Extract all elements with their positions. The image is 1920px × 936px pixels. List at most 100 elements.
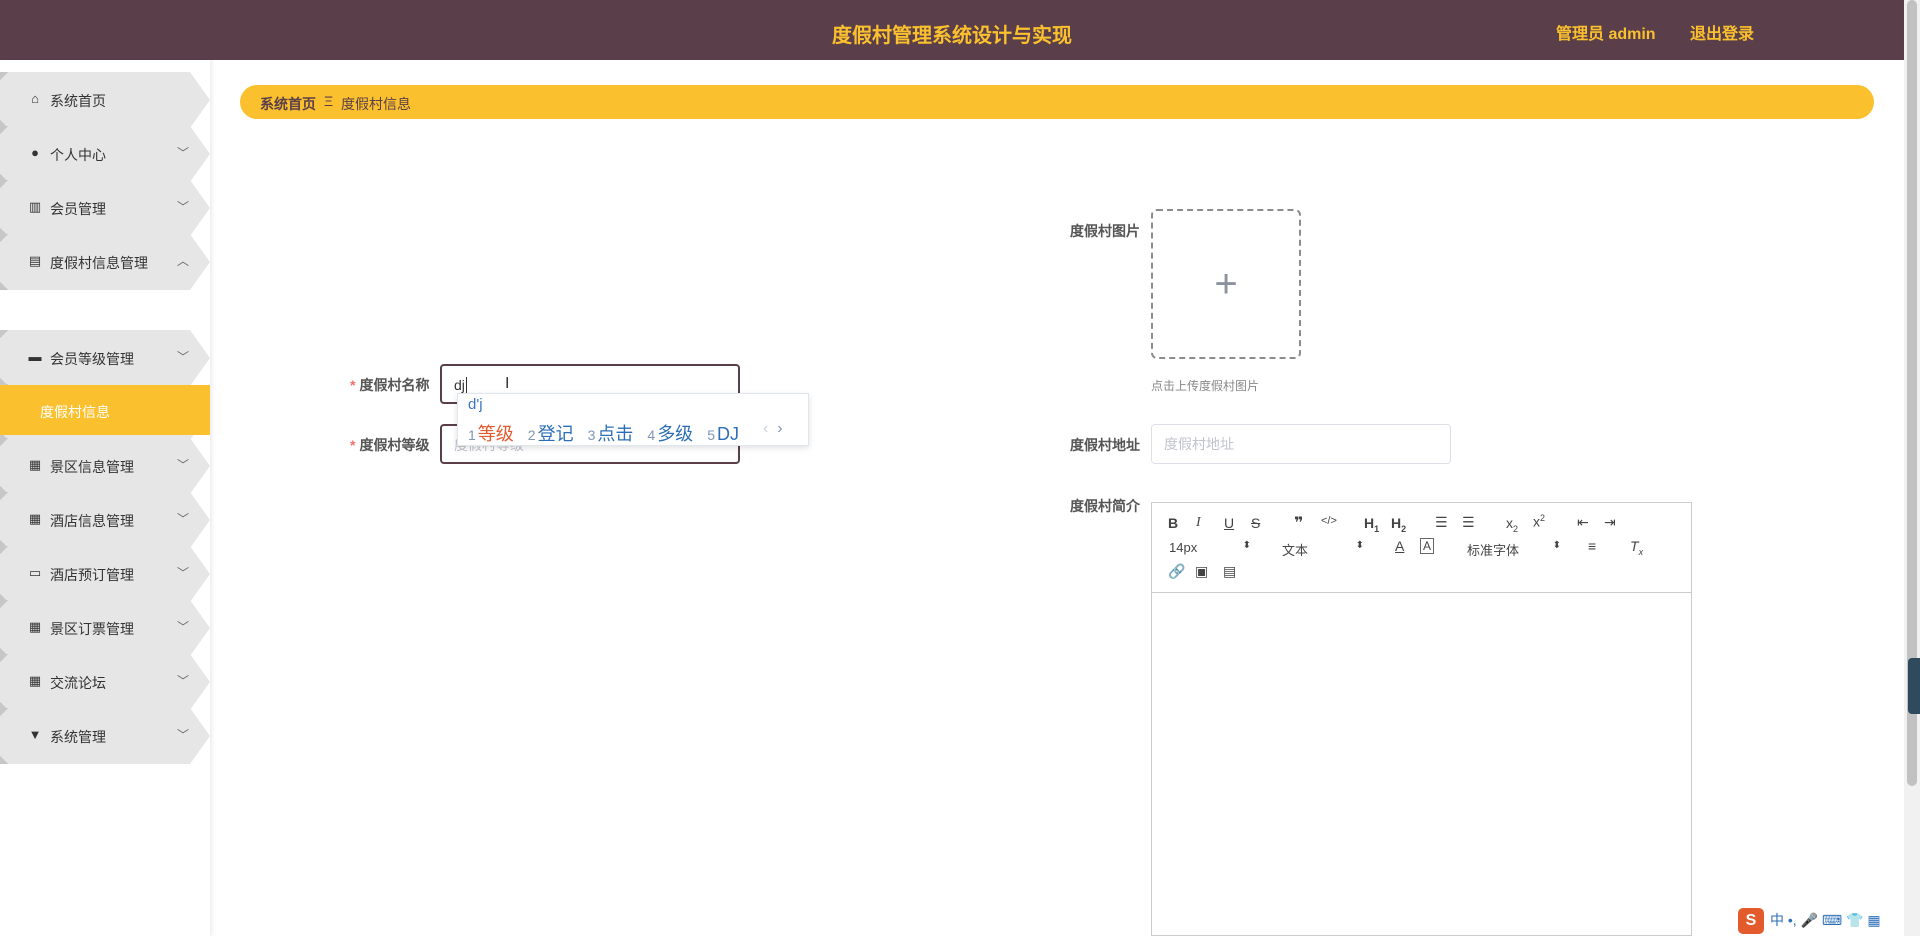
italic-icon[interactable]: I [1196,515,1201,531]
ime-candidate-number: 5 [707,427,715,443]
home-icon: ⌂ [31,91,39,106]
text-caret [465,377,467,393]
sidebar-subitem-label: 度假村信息 [40,404,110,420]
ime-candidate[interactable]: 等级 [478,424,514,444]
sidebar-item-label: 酒店信息管理 [50,513,134,529]
ime-candidate[interactable]: 多级 [657,424,693,444]
logout-button[interactable]: 退出登录 [1690,20,1754,44]
ime-composition: d'j [468,396,483,413]
rich-text-editor: B I U S ❞ </> H1 H2 ☰ ☰ x2 x2 ⇤ ⇥ 14px ⬍ … [1151,502,1692,936]
sidebar-item-label: 度假村信息管理 [50,255,148,271]
monitor-icon: ▭ [28,565,42,580]
bullet-list-icon[interactable]: ☰ [1462,514,1475,531]
clear-format-icon[interactable]: Tx [1630,538,1643,557]
sidebar-item[interactable]: ▤ 度假村信息管理 ︿ [0,234,210,290]
bold-icon[interactable]: B [1168,515,1178,531]
upload-tip: 点击上传度假村图片 [1151,379,1260,393]
sidebar-item[interactable]: ▥ 会员管理 ﹀ [0,180,210,236]
font-size-value: 14px [1169,540,1198,555]
resort-address-input[interactable]: 度假村地址 [1151,424,1451,464]
resort-image-label: 度假村图片 [1070,223,1140,239]
ime-prev-icon[interactable]: ‹ [763,420,768,437]
admin-user-label: 管理员 admin [1556,26,1656,43]
sidebar-item-label: 交流论坛 [50,675,106,691]
sidebar-item[interactable]: ▦ 景区信息管理 ﹀ [0,438,210,494]
ime-status-bar[interactable]: S中 •, 🎤 ⌨ 👕 ▦ [1738,908,1881,934]
outdent-icon[interactable]: ⇤ [1577,514,1589,531]
sidebar-item[interactable]: ▭ 酒店预订管理 ﹀ [0,546,210,602]
sidebar-subitem-resort-info[interactable]: 度假村信息 [0,385,210,435]
link-icon[interactable]: 🔗 [1168,563,1185,580]
video-icon[interactable]: ▤ [1223,563,1236,580]
sidebar-item[interactable]: ▦ 酒店信息管理 ﹀ [0,492,210,548]
sidebar-item[interactable]: ▬ 会员等级管理 ﹀ [0,330,210,386]
image-icon[interactable]: ▣ [1195,563,1208,580]
sidebar-item[interactable]: ▦ 景区订票管理 ﹀ [0,600,210,656]
required-marker: * [350,377,356,393]
sidebar-item-label: 个人中心 [50,147,106,163]
ime-page-nav[interactable]: ‹ › [763,420,783,438]
block-format-select[interactable]: 文本 ⬍ [1282,540,1364,559]
ime-mode-label[interactable]: 中 [1770,912,1784,928]
blockquote-icon[interactable]: ❞ [1294,513,1303,533]
punctuation-mode-icon[interactable]: •, [1788,912,1797,928]
code-block-icon[interactable]: </> [1321,515,1337,527]
sidebar-item[interactable]: ▦ 交流论坛 ﹀ [0,654,210,710]
page-scrollbar[interactable] [1904,0,1920,936]
side-panel-handle[interactable] [1908,658,1920,714]
chevron-down-icon: ﹀ [177,350,190,364]
required-marker: * [350,437,356,453]
ime-candidate[interactable]: DJ [717,424,739,444]
indent-icon[interactable]: ⇥ [1604,514,1616,531]
skin-icon[interactable]: 👕 [1846,912,1863,928]
sidebar-item[interactable]: ● 个人中心 ﹀ [0,126,210,182]
ime-candidate-window: d'j 1 等级 2 登记 3 点击 4 多级 5 DJ ‹ › [457,393,809,446]
font-color-icon[interactable]: A [1395,538,1404,554]
clipboard-icon: ▤ [28,253,42,268]
align-left-icon[interactable]: ≡ [1588,538,1596,554]
grid-icon: ▦ [28,673,42,688]
heading1-icon[interactable]: H1 [1364,515,1379,534]
subscript-icon[interactable]: x2 [1506,515,1518,534]
font-family-value: 标准字体 [1467,543,1520,558]
ordered-list-icon[interactable]: ☰ [1435,514,1448,531]
chevron-down-icon: ﹀ [177,620,190,634]
grid-icon: ▦ [28,511,42,526]
resort-name-label-text: 度假村名称 [359,377,430,393]
chevron-down-icon: ﹀ [177,200,190,214]
superscript-icon[interactable]: x2 [1533,513,1545,530]
chevron-down-icon: ﹀ [177,674,190,688]
resort-intro-label: 度假村简介 [1070,498,1140,514]
ime-next-icon[interactable]: › [777,420,782,437]
sidebar: ⌂系统首页●个人中心﹀▥会员管理﹀▤度假村信息管理︿▬会员等级管理﹀▦景点分类管… [0,60,210,936]
image-upload-box[interactable]: + [1151,209,1301,359]
chevron-up-icon: ︿ [177,254,190,268]
font-size-select[interactable]: 14px ⬍ [1169,540,1251,555]
ime-candidate-number: 2 [527,427,536,443]
font-family-select[interactable]: 标准字体 ⬍ [1467,540,1561,559]
select-arrow-icon: ⬍ [1552,540,1561,551]
sidebar-item-label: 会员管理 [50,201,106,217]
ime-candidate-number: 4 [647,427,656,443]
plus-icon: + [1214,262,1238,306]
heading2-icon[interactable]: H2 [1391,515,1406,534]
chevron-down-icon: ﹀ [177,458,190,472]
underline-icon[interactable]: U [1224,515,1234,531]
ime-candidate[interactable]: 点击 [597,424,633,444]
background-color-icon[interactable]: A [1420,538,1435,554]
sidebar-item-label: 酒店预订管理 [50,567,134,583]
toolbox-icon[interactable]: ▦ [1867,912,1880,928]
keyboard-icon[interactable]: ⌨ [1822,912,1842,928]
strikethrough-icon[interactable]: S [1251,515,1260,531]
grid-icon: ▦ [28,457,42,472]
breadcrumb-home-link[interactable]: 系统首页 [260,94,316,114]
text-cursor-icon: I [505,375,510,392]
sidebar-item[interactable]: ⌂ 系统首页 [0,72,210,128]
microphone-icon[interactable]: 🎤 [1801,912,1818,928]
sidebar-item[interactable]: ▼ 系统管理 ﹀ [0,708,210,764]
ime-candidate[interactable]: 登记 [538,424,574,444]
sidebar-item-label: 系统首页 [50,93,106,109]
sidebar-item-label: 会员等级管理 [50,351,134,367]
brush-icon: ▼ [28,727,42,742]
breadcrumb-current: 度假村信息 [341,96,411,112]
